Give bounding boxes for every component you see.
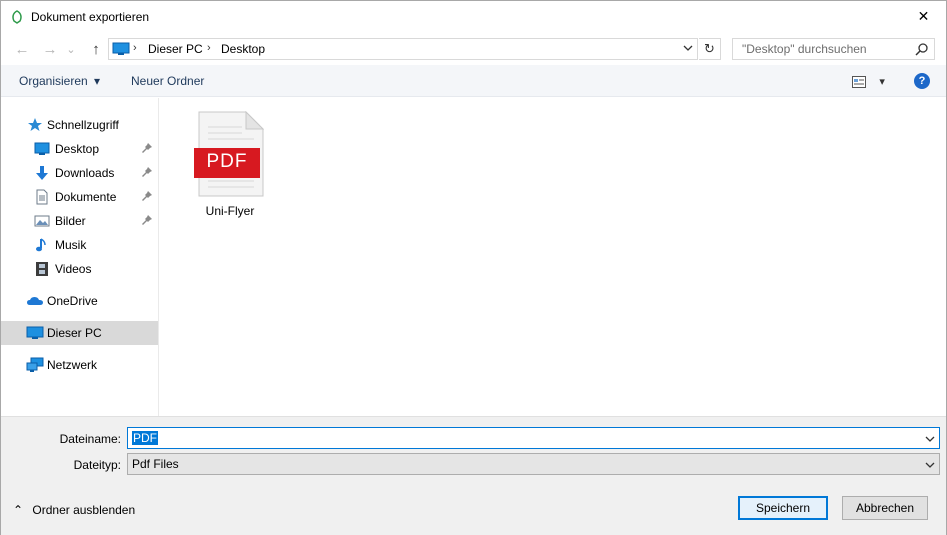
chevron-down-icon: ▾ bbox=[879, 76, 885, 88]
sidebar-item-desktop[interactable]: Desktop bbox=[1, 137, 158, 161]
breadcrumb-separator: › bbox=[133, 42, 137, 54]
forward-button[interactable]: → bbox=[39, 39, 61, 59]
save-button[interactable]: Speichern bbox=[738, 496, 828, 520]
film-icon bbox=[36, 262, 48, 276]
command-bar: Organisieren ▾ Neuer Ordner ▾ ? bbox=[1, 65, 946, 97]
navigation-pane: Schnellzugriff Desktop Downloads Dokumen… bbox=[1, 98, 159, 416]
sidebar-item-label: Dieser PC bbox=[47, 326, 102, 340]
star-icon bbox=[28, 118, 42, 131]
filename-input[interactable]: PDF bbox=[127, 427, 940, 449]
computer-icon bbox=[26, 326, 44, 339]
computer-icon bbox=[112, 42, 130, 55]
sidebar-item-dokumente[interactable]: Dokumente bbox=[1, 185, 158, 209]
filetype-select[interactable]: Pdf Files bbox=[127, 453, 940, 475]
chevron-up-icon: ⌃ bbox=[13, 503, 24, 517]
sidebar-item-label: Videos bbox=[55, 262, 92, 276]
sidebar-item-label: Bilder bbox=[55, 214, 86, 228]
chevron-down-icon: ⌄ bbox=[66, 43, 76, 56]
pin-icon bbox=[142, 142, 152, 156]
chevron-down-icon bbox=[925, 462, 935, 468]
search-icon bbox=[915, 43, 928, 56]
view-options-icon bbox=[852, 75, 866, 88]
file-item[interactable]: PDF Uni-Flyer bbox=[190, 108, 270, 218]
sidebar-item-onedrive[interactable]: OneDrive bbox=[1, 289, 158, 313]
file-list: PDF Uni-Flyer bbox=[160, 98, 946, 416]
sidebar-item-label: Dokumente bbox=[55, 190, 117, 204]
address-bar[interactable]: › Dieser PC › Desktop bbox=[108, 38, 698, 60]
pin-icon bbox=[142, 190, 152, 204]
cancel-button[interactable]: Abbrechen bbox=[842, 496, 928, 520]
app-leaf-icon bbox=[12, 10, 22, 24]
cloud-icon bbox=[27, 297, 43, 305]
chevron-down-icon[interactable] bbox=[925, 434, 935, 444]
close-button[interactable]: ✕ bbox=[901, 1, 946, 32]
refresh-icon: ↻ bbox=[704, 41, 715, 56]
organize-button[interactable]: Organisieren ▾ bbox=[19, 74, 100, 88]
network-icon bbox=[26, 357, 44, 372]
close-icon: ✕ bbox=[917, 8, 930, 24]
music-note-icon bbox=[36, 238, 46, 252]
sidebar-item-musik[interactable]: Musik bbox=[1, 233, 158, 257]
breadcrumb-separator: › bbox=[207, 42, 211, 54]
window-title: Dokument exportieren bbox=[31, 10, 150, 24]
forward-arrow-icon: → bbox=[42, 40, 58, 58]
document-icon bbox=[36, 189, 48, 205]
title-bar: Dokument exportieren ✕ bbox=[1, 1, 946, 33]
refresh-button[interactable]: ↻ bbox=[699, 38, 721, 60]
change-view-button[interactable]: ▾ bbox=[852, 74, 885, 88]
sidebar-item-label: Desktop bbox=[55, 142, 100, 156]
search-placeholder: "Desktop" durchsuchen bbox=[742, 42, 867, 56]
pdf-badge-text: PDF bbox=[206, 151, 248, 172]
download-arrow-icon bbox=[36, 166, 48, 180]
sidebar-item-label: OneDrive bbox=[47, 294, 98, 308]
breadcrumb-item-dieser-pc[interactable]: Dieser PC bbox=[148, 42, 203, 56]
sidebar-item-downloads[interactable]: Downloads bbox=[1, 161, 158, 185]
search-field[interactable]: "Desktop" durchsuchen bbox=[732, 38, 935, 60]
back-arrow-icon: ← bbox=[14, 40, 30, 58]
hide-folders-label: Ordner ausblenden bbox=[32, 503, 136, 517]
pin-icon bbox=[142, 214, 152, 228]
new-folder-button[interactable]: Neuer Ordner bbox=[131, 74, 204, 88]
breadcrumb-item-desktop[interactable]: Desktop bbox=[221, 42, 265, 56]
chevron-down-icon[interactable] bbox=[683, 43, 693, 53]
up-arrow-icon: ↑ bbox=[92, 40, 100, 58]
filetype-value: Pdf Files bbox=[132, 457, 179, 471]
chevron-down-icon: ▾ bbox=[94, 74, 101, 88]
export-dialog: Dokument exportieren ✕ ← → ⌄ ↑ › Dieser … bbox=[0, 0, 947, 535]
sidebar-item-label: Schnellzugriff bbox=[47, 118, 119, 132]
sidebar-item-bilder[interactable]: Bilder bbox=[1, 209, 158, 233]
sidebar-item-label: Netzwerk bbox=[47, 358, 98, 372]
pictures-icon bbox=[34, 215, 50, 227]
back-button[interactable]: ← bbox=[11, 39, 33, 59]
recent-locations-button[interactable]: ⌄ bbox=[63, 39, 79, 59]
file-name: Uni-Flyer bbox=[205, 204, 255, 218]
sidebar-item-schnellzugriff[interactable]: Schnellzugriff bbox=[1, 113, 158, 137]
hide-folders-button[interactable]: ⌃ Ordner ausblenden bbox=[13, 503, 135, 517]
filename-value: PDF bbox=[132, 431, 158, 445]
sidebar-item-dieser-pc[interactable]: Dieser PC bbox=[1, 321, 158, 345]
organize-label: Organisieren bbox=[19, 74, 88, 88]
sidebar-item-label: Musik bbox=[55, 238, 87, 252]
filetype-label: Dateityp: bbox=[73, 458, 121, 472]
up-button[interactable]: ↑ bbox=[85, 39, 107, 59]
sidebar-item-netzwerk[interactable]: Netzwerk bbox=[1, 353, 158, 377]
sidebar-item-label: Downloads bbox=[55, 166, 115, 180]
pin-icon bbox=[142, 166, 152, 180]
desktop-icon bbox=[34, 142, 50, 155]
sidebar-item-videos[interactable]: Videos bbox=[1, 257, 158, 281]
filename-label: Dateiname: bbox=[59, 432, 121, 446]
help-button[interactable]: ? bbox=[914, 73, 930, 89]
